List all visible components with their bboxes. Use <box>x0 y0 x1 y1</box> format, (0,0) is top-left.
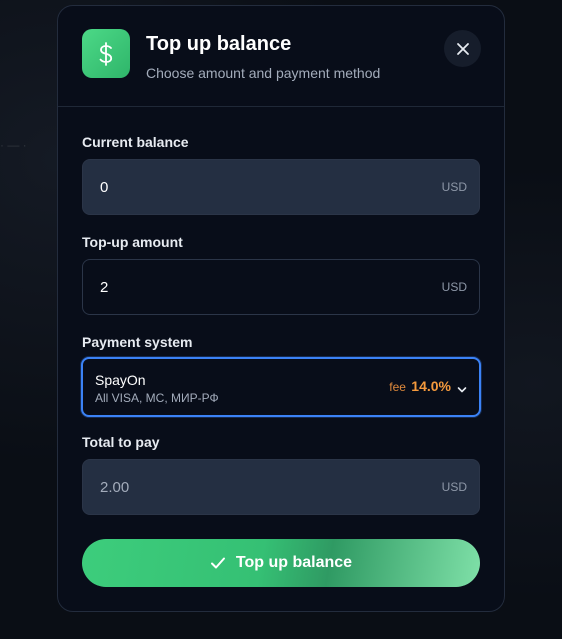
payment-system-description: All VISA, MC, МИР-РФ <box>95 391 219 405</box>
dollar-icon-glyph <box>99 41 113 66</box>
modal-title: Top up balance <box>146 33 292 55</box>
fee-label: fee <box>389 380 406 394</box>
background-text: · — · <box>0 138 27 152</box>
total-value: 2.00 <box>100 478 130 496</box>
dollar-icon <box>82 29 130 78</box>
current-balance-label: Current balance <box>82 134 189 150</box>
topup-modal: Top up balance Choose amount and payment… <box>57 5 505 612</box>
close-button[interactable] <box>444 30 481 67</box>
current-balance-unit: USD <box>441 180 467 194</box>
modal-subtitle: Choose amount and payment method <box>146 65 381 81</box>
modal-header: Top up balance Choose amount and payment… <box>58 6 504 107</box>
total-unit: USD <box>441 480 467 494</box>
top-up-button-label: Top up balance <box>235 554 353 571</box>
chevron-down-icon <box>457 381 467 399</box>
total-field: 2.00 USD <box>82 459 480 515</box>
check-icon <box>210 557 225 569</box>
payment-system-label: Payment system <box>82 334 193 350</box>
topup-amount-input[interactable]: 2 USD <box>82 259 480 315</box>
close-icon <box>456 42 469 55</box>
current-balance-field: 0 USD <box>82 159 480 215</box>
fee-value: 14.0% <box>411 378 451 394</box>
payment-system-name: SpayOn <box>95 372 146 388</box>
topup-amount-value[interactable]: 2 <box>100 279 442 296</box>
total-label: Total to pay <box>82 434 160 450</box>
payment-fee: fee 14.0% <box>389 378 451 394</box>
topup-amount-unit: USD <box>441 280 467 294</box>
payment-system-select[interactable]: SpayOn All VISA, MC, МИР-РФ fee 14.0% <box>81 357 481 417</box>
top-up-button[interactable]: Top up balance <box>82 539 480 587</box>
current-balance-value: 0 <box>100 178 109 196</box>
topup-amount-label: Top-up amount <box>82 234 183 250</box>
